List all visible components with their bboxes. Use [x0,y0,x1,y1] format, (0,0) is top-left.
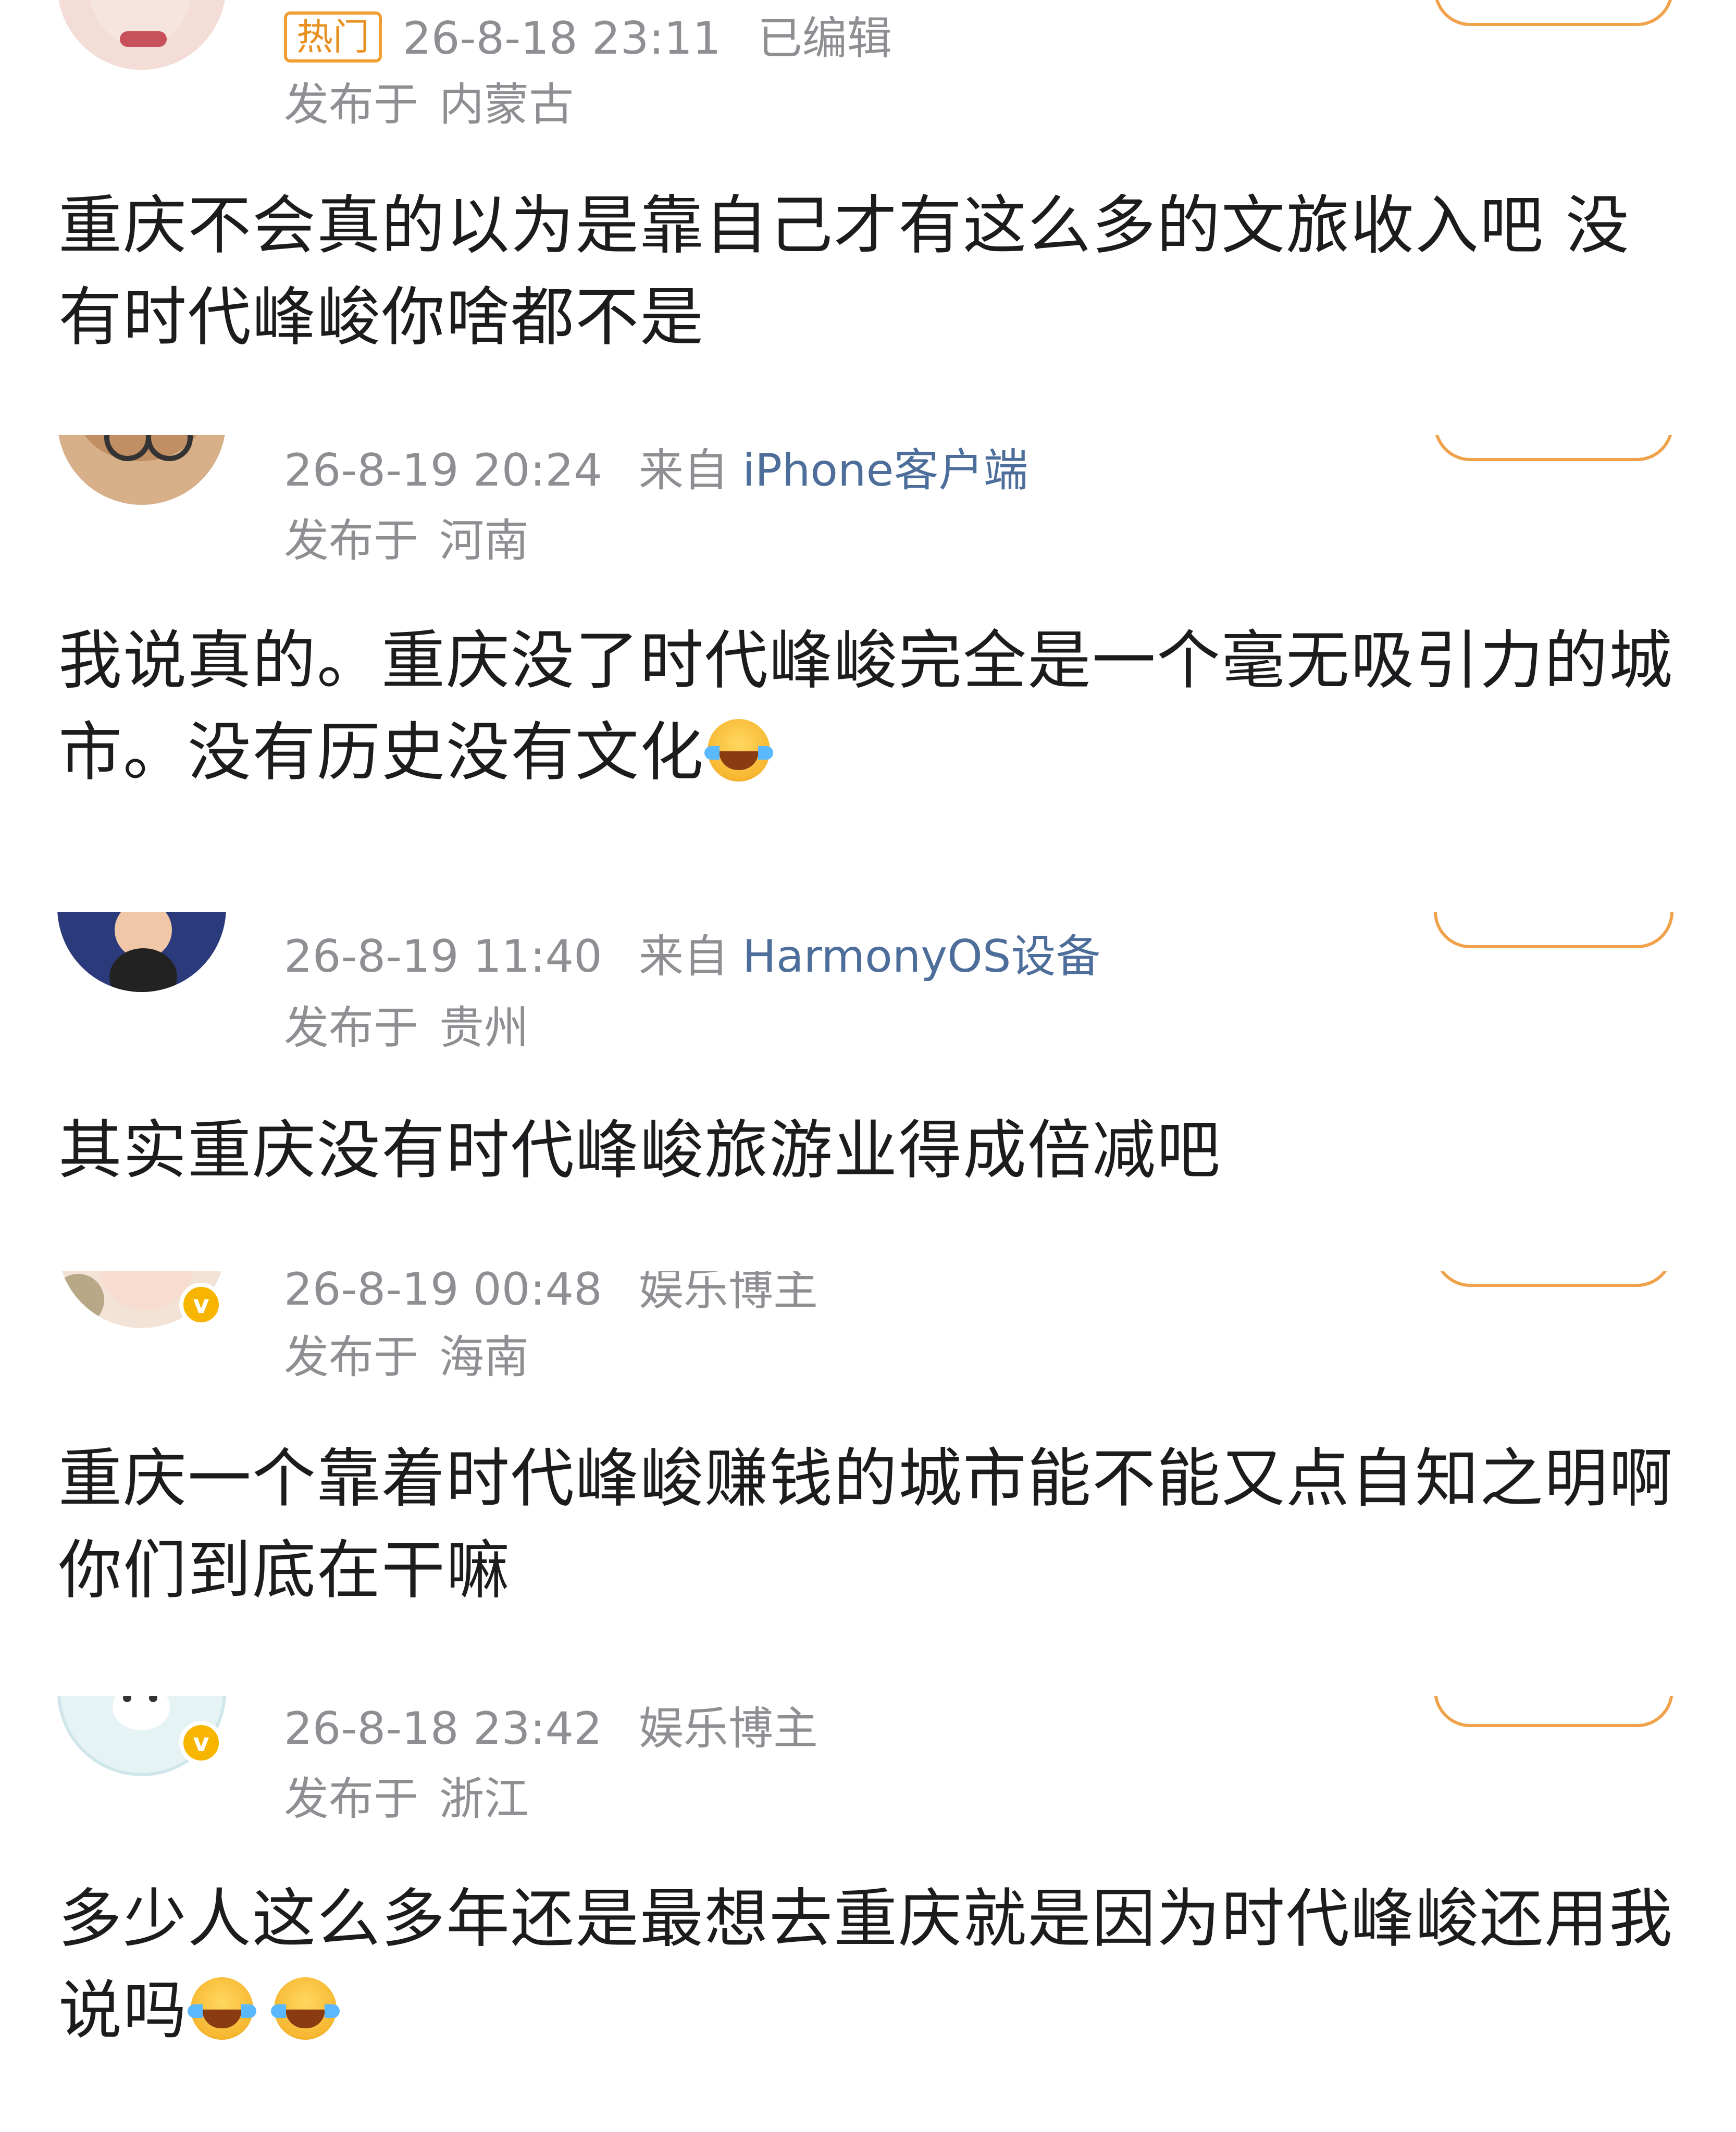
location-name: 海南 [439,1331,529,1383]
comment-card: 26-8-19 20:24 来自 iPhone客户端 发布于 河南 我说真的。重庆没… [0,435,1736,912]
follow-button[interactable] [1434,1696,1673,1727]
avatar[interactable] [57,435,226,505]
location-name: 浙江 [439,1773,529,1825]
comment-datetime: 26-8-19 20:24 [284,444,602,497]
comment-datetime: 26-8-19 11:40 [284,931,602,983]
device-link[interactable]: iPhone客户端 [742,444,1028,497]
hot-badge: 热门 [284,11,382,63]
avatar[interactable] [57,0,226,70]
verified-badge-icon: v [179,1721,223,1765]
user-role: 娱乐博主 [638,1271,818,1316]
comment-meta: 热门 26-8-18 23:11 已编辑 [284,11,892,63]
comment-text: 我说真的。重庆没了时代峰峻完全是一个毫无吸引力的城市。没有历史没有文化 [58,615,1679,798]
comment-card: 热门 26-8-18 23:11 已编辑 发布于 内蒙古 重庆不会真的以为是靠自己才有… [0,0,1736,435]
source-prefix: 来自 [638,444,728,497]
comment-card: v 26-8-18 23:42 娱乐博主 发布于 浙江 多少人这么多年还是最想去重庆… [0,1696,1736,2132]
comment-location: 发布于 贵州 [284,1006,529,1050]
verified-badge-icon: v [179,1283,223,1327]
comment-card: v 26-8-19 00:48 娱乐博主 发布于 海南 重庆一个靠着时代峰峻赚钱的城… [0,1271,1736,1696]
laughing-tears-emoji-icon [271,1977,340,2040]
comment-location: 发布于 内蒙古 [284,82,574,127]
follow-button[interactable] [1434,912,1673,948]
comment-text: 重庆不会真的以为是靠自己才有这么多的文旅收入吧 没有时代峰峻你啥都不是 [58,189,1630,354]
user-role: 娱乐博主 [638,1703,818,1755]
location-prefix: 发布于 [284,1331,418,1383]
follow-button[interactable] [1434,0,1673,26]
comment-datetime: 26-8-19 00:48 [284,1271,602,1316]
comment-meta: 26-8-18 23:42 娱乐博主 [284,1706,818,1751]
edited-label: 已编辑 [757,13,892,65]
location-name: 内蒙古 [439,79,574,131]
location-name: 河南 [439,515,529,567]
comment-text-content: 我说真的。重庆没了时代峰峻完全是一个毫无吸引力的城市。没有历史没有文化 [58,624,1673,789]
source-prefix: 来自 [638,931,728,983]
follow-button[interactable] [1434,435,1673,461]
location-prefix: 发布于 [284,515,418,567]
comment-text: 多少人这么多年还是最想去重庆就是因为时代峰峻还用我说吗 [58,1873,1679,2056]
comment-text: 其实重庆没有时代峰峻旅游业得成倍减吧 [58,1113,1221,1187]
comment-location: 发布于 海南 [284,1335,529,1380]
comment-meta: 26-8-19 20:24 来自 iPhone客户端 [284,448,1028,493]
device-link[interactable]: HarmonyOS设备 [742,931,1100,983]
location-prefix: 发布于 [284,79,418,131]
location-name: 贵州 [439,1002,529,1054]
comment-location: 发布于 浙江 [284,1777,529,1821]
laughing-tears-emoji-icon [704,719,773,782]
location-prefix: 发布于 [284,1002,418,1054]
comment-meta: 26-8-19 00:48 娱乐博主 [284,1271,818,1312]
laughing-tears-emoji-icon [188,1977,256,2040]
comment-meta: 26-8-19 11:40 来自 HarmonyOS设备 [284,934,1100,979]
location-prefix: 发布于 [284,1773,418,1825]
comment-datetime: 26-8-18 23:42 [284,1703,602,1755]
comment-location: 发布于 河南 [284,518,529,563]
avatar[interactable] [57,912,226,992]
comment-card: 26-8-19 11:40 来自 HarmonyOS设备 发布于 贵州 其实重庆没有… [0,912,1736,1271]
follow-button[interactable] [1434,1271,1673,1287]
comment-datetime: 26-8-18 23:11 [403,13,721,65]
comment-text: 重庆一个靠着时代峰峻赚钱的城市能不能又点自知之明啊 你们到底在干嘛 [58,1442,1673,1607]
